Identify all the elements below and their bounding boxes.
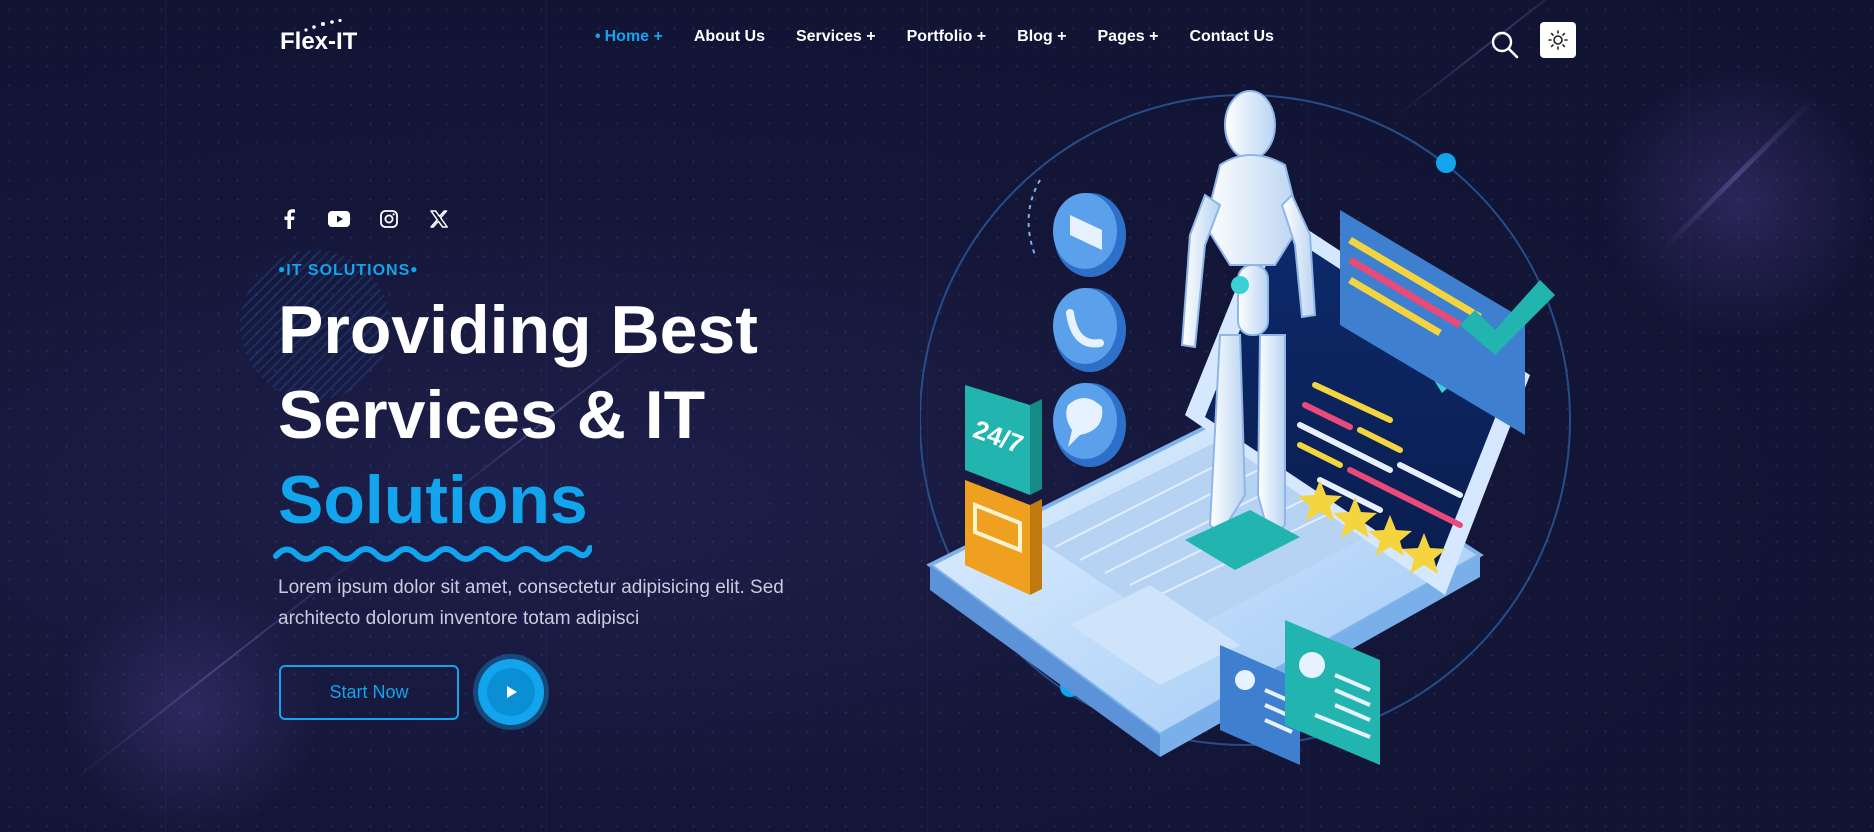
hero-description: Lorem ipsum dolor sit amet, consectetur … xyxy=(278,577,784,629)
headline-line-1: Providing Best xyxy=(278,292,758,368)
search-icon xyxy=(1491,31,1519,59)
phone-icon xyxy=(1053,288,1126,372)
logo-dots-icon xyxy=(304,18,342,32)
nav-item-blog[interactable]: Blog + xyxy=(1017,28,1066,46)
sun-icon xyxy=(1548,30,1568,50)
start-now-button[interactable]: Start Now xyxy=(279,665,459,720)
nav-item-home[interactable]: Home + xyxy=(595,28,663,46)
x-icon[interactable] xyxy=(427,208,451,230)
play-icon xyxy=(507,686,517,698)
play-button-core xyxy=(487,668,535,716)
nav-item-about[interactable]: About Us xyxy=(694,28,765,46)
dashed-connector xyxy=(1027,179,1041,256)
chat-icon xyxy=(1053,383,1126,467)
theme-toggle-button[interactable] xyxy=(1540,22,1576,58)
play-video-button[interactable] xyxy=(478,659,544,725)
instagram-icon[interactable] xyxy=(377,208,401,230)
site-logo[interactable]: Flex-IT xyxy=(280,18,358,56)
robot-laptop-illustration: 24/7 xyxy=(920,90,1571,765)
mail-icon xyxy=(1053,193,1126,277)
social-links xyxy=(277,208,451,230)
headline-accent: Solutions xyxy=(278,462,588,538)
nav-item-contact[interactable]: Contact Us xyxy=(1189,28,1273,46)
wave-underline-icon xyxy=(273,545,592,562)
support-badge: 24/7 xyxy=(965,385,1042,495)
orbit-dot xyxy=(1436,153,1456,173)
logo-text: Flex-IT xyxy=(280,28,358,55)
hero-headline: Providing Best Services & IT Solutions xyxy=(278,288,758,543)
nav-item-services[interactable]: Services + xyxy=(796,28,876,46)
facebook-icon[interactable] xyxy=(277,208,301,230)
hero-tagline: ●IT SOLUTIONS● xyxy=(278,262,419,279)
headline-line-2: Services & IT xyxy=(278,377,706,453)
robot-core xyxy=(1231,276,1249,294)
search-button[interactable] xyxy=(1490,30,1520,60)
main-nav: Home + About Us Services + Portfolio + B… xyxy=(595,28,1305,46)
background-glow xyxy=(1600,60,1874,340)
youtube-icon[interactable] xyxy=(327,208,351,230)
nav-item-pages[interactable]: Pages + xyxy=(1098,28,1159,46)
hero-tagline-text: IT SOLUTIONS xyxy=(286,262,411,279)
nav-item-portfolio[interactable]: Portfolio + xyxy=(907,28,987,46)
